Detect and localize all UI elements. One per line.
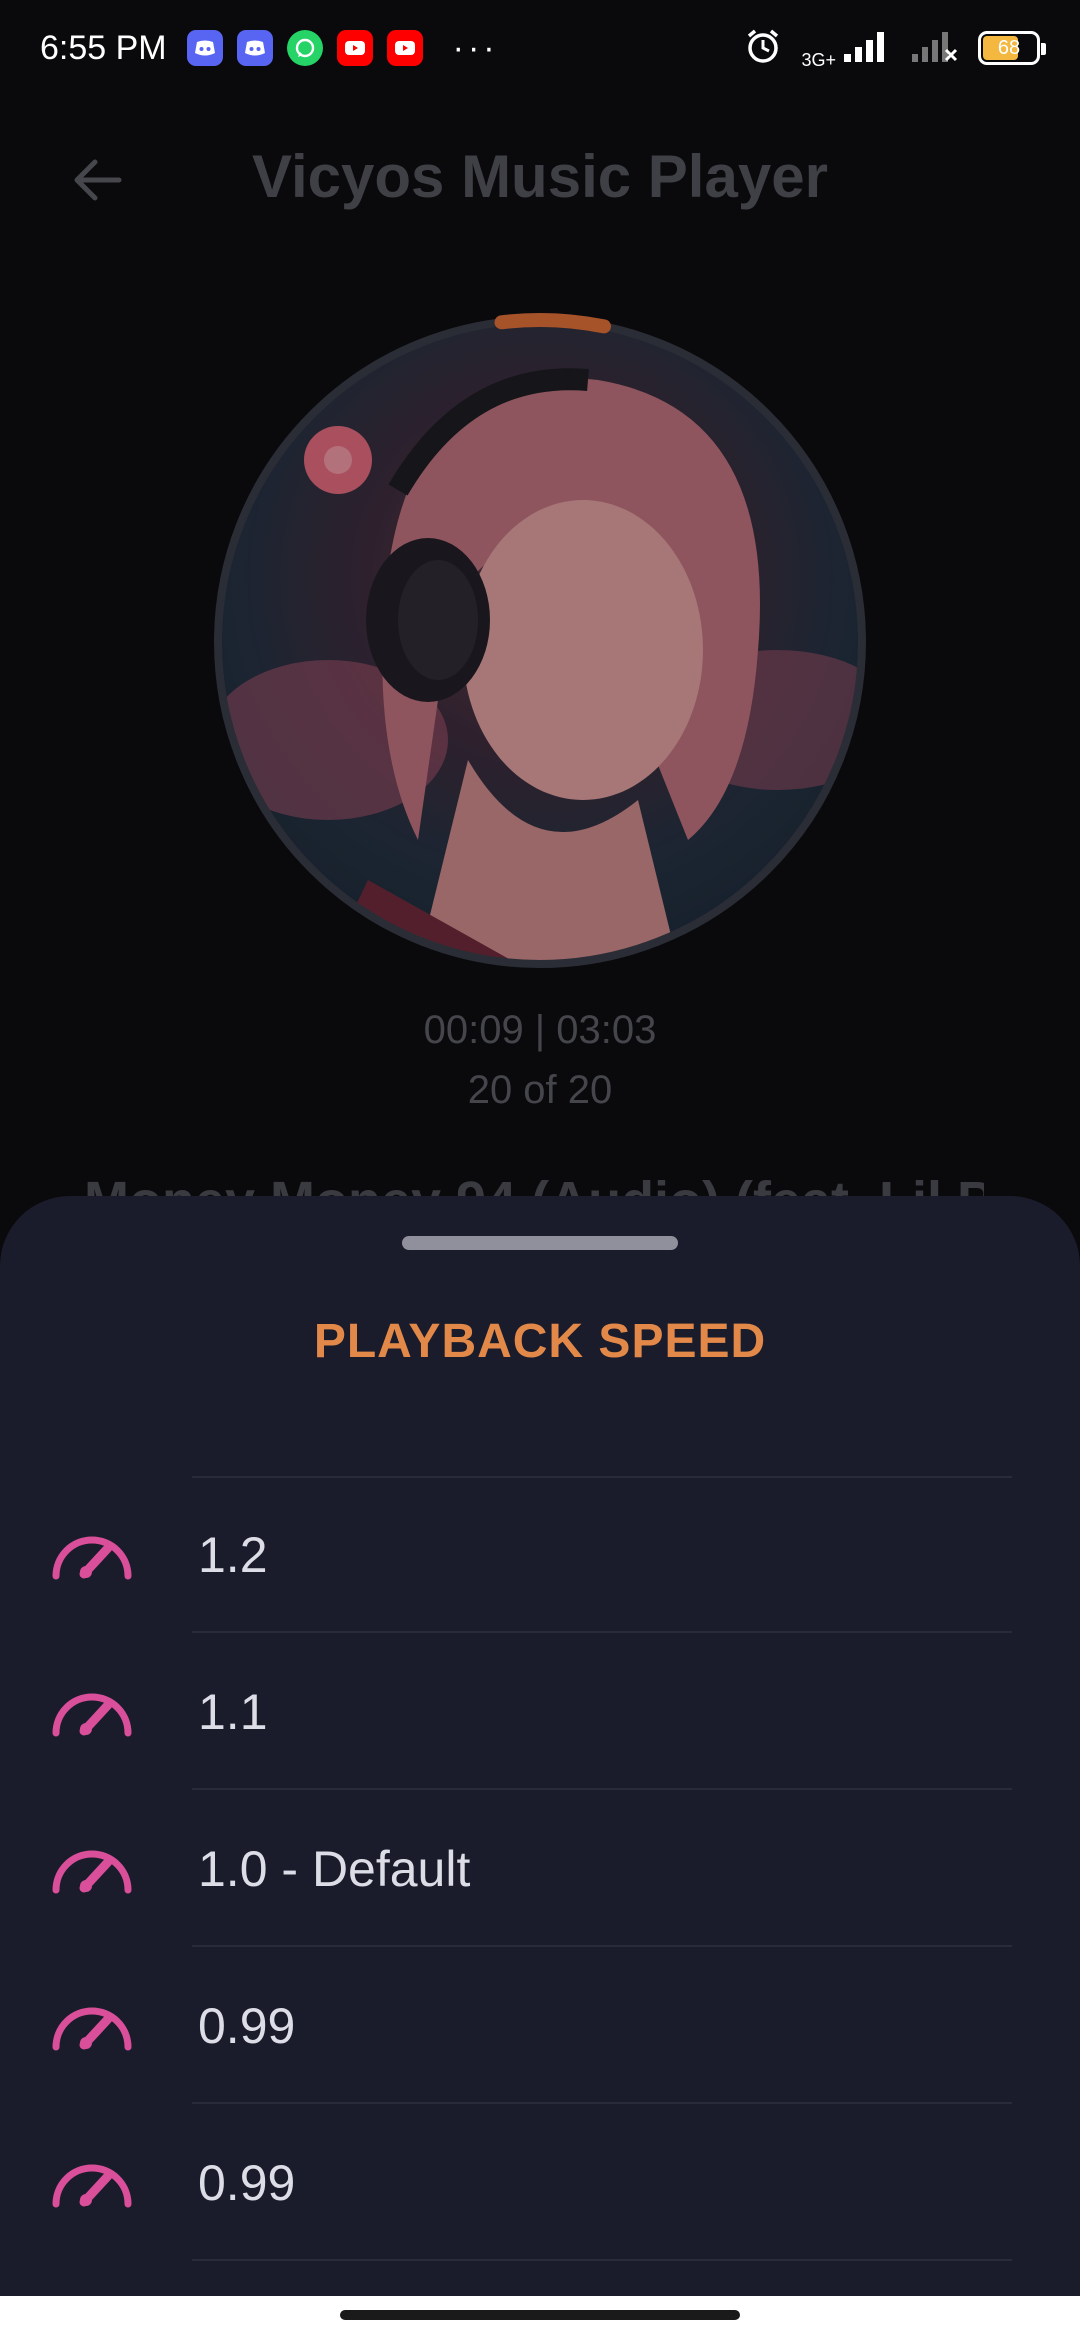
youtube-icon: [386, 30, 423, 66]
track-position: 20 of 20: [467, 1068, 613, 1112]
speed-option-label: 0.99: [198, 2154, 296, 2211]
speed-option-0-99[interactable]: 0.99: [0, 2104, 1080, 2261]
speed-option-label: 1.0 - Default: [198, 1840, 471, 1897]
speed-option-1-0-default[interactable]: 1.0 - Default: [0, 1790, 1080, 1947]
discord-icon: [236, 30, 273, 66]
status-bar: 6:55 PM ··· 3G+ 68: [0, 0, 1080, 96]
speedometer-icon: [52, 1693, 132, 1737]
playback-time: 00:09 | 03:03: [423, 1008, 657, 1052]
speedometer-icon: [52, 2007, 132, 2051]
album-art-container: [208, 310, 872, 974]
playback-speed-sheet: PLAYBACK SPEED 1.2 1.1 1.0 - Default 0.9…: [0, 1196, 1080, 2340]
speed-options-list: 1.2 1.1 1.0 - Default 0.99 0.99: [0, 1476, 1080, 2261]
speed-option-label: 0.99: [198, 1997, 296, 2054]
home-indicator[interactable]: [340, 2310, 740, 2320]
status-time: 6:55 PM: [40, 28, 167, 67]
sheet-drag-handle[interactable]: [402, 1236, 678, 1250]
discord-icon: [186, 30, 223, 66]
speedometer-icon: [52, 1850, 132, 1894]
system-nav-bar: [0, 2296, 1080, 2340]
signal-icon: [842, 28, 892, 69]
speedometer-icon: [52, 1536, 132, 1580]
network-type: 3G+: [801, 49, 836, 70]
playback-progress-ring[interactable]: [208, 310, 872, 974]
app-title: Vicyos Music Player: [252, 143, 828, 210]
signal-no-service-icon: [910, 28, 960, 69]
more-notifications-icon: ···: [452, 28, 499, 67]
speed-option-label: 1.1: [198, 1683, 268, 1740]
whatsapp-icon: [286, 30, 323, 66]
speed-option-1-2[interactable]: 1.2: [0, 1476, 1080, 1633]
speed-option-label: 1.2: [198, 1526, 268, 1583]
speed-option-0-99[interactable]: 0.99: [0, 1947, 1080, 2104]
sheet-title: PLAYBACK SPEED: [313, 1315, 767, 1368]
app-header: Vicyos Music Player: [0, 130, 1080, 230]
battery-icon: 68: [978, 31, 1046, 65]
speedometer-icon: [52, 2164, 132, 2208]
speed-option-1-1[interactable]: 1.1: [0, 1633, 1080, 1790]
youtube-icon: [336, 30, 373, 66]
battery-level: 68: [997, 36, 1021, 59]
alarm-icon: [743, 26, 783, 71]
